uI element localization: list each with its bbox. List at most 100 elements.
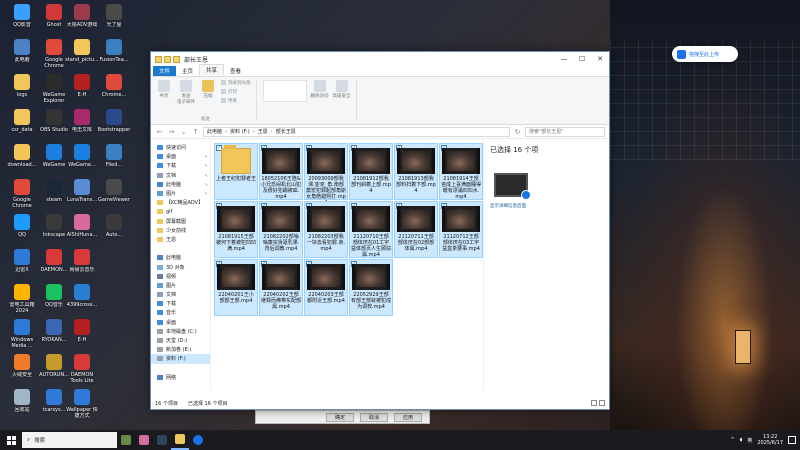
file-item[interactable]: ✓22040201王小部部王部.mp4 <box>214 259 258 316</box>
tray-chevron-icon[interactable]: ^ <box>731 437 735 443</box>
search-input[interactable]: 搜索"部长王恩" <box>525 126 605 137</box>
desktop-icon-item[interactable]: Bootstrapper <box>96 109 132 133</box>
desktop-icon-item[interactable]: 回收站 <box>4 389 40 413</box>
desktop-icon-item[interactable]: 火绒安全 <box>4 354 40 378</box>
share-button[interactable]: 共享 <box>155 80 173 99</box>
file-item[interactable]: ✓21082203部我一块去看犯罪.亲.mp4 <box>304 201 348 258</box>
input-language[interactable]: 英 <box>747 437 752 444</box>
close-icon[interactable]: ✕ <box>591 52 609 66</box>
sidebar-item[interactable]: 桌面 ✎ <box>151 152 210 161</box>
sidebar-item[interactable]: 此电脑 ✎ <box>151 180 210 189</box>
desktop-icon-item[interactable]: csr_data <box>4 109 40 133</box>
sidebar-item[interactable]: 此电脑 <box>151 253 210 262</box>
desktop-icon-item[interactable]: FusionTea... <box>96 39 132 63</box>
share-with-list[interactable] <box>262 80 307 102</box>
address-bar[interactable]: 此电脑 › 资料 (F:) › 王恩 › 部长王恩 <box>203 126 510 137</box>
desktop-icon-item[interactable]: AIShiHuna... <box>64 214 100 238</box>
desktop-icon-item[interactable]: QQ影音 <box>4 4 40 28</box>
desktop-icon-item[interactable]: 网易云音乐 <box>64 249 100 273</box>
sidebar-item[interactable]: 图片 ✎ <box>151 189 210 198</box>
file-item[interactable]: ✓21120712王部部体厌在03工宇益盒茶要事.mp4 <box>439 201 483 258</box>
forward-icon[interactable]: → <box>167 128 176 136</box>
desktop-icon-item[interactable]: Chrome... <box>96 74 132 98</box>
taskbar-app-browser[interactable] <box>189 430 207 450</box>
desktop-icon-item[interactable]: Wallpaper 快捷方式 <box>64 389 100 419</box>
start-button[interactable] <box>0 430 22 450</box>
desktop-icon-item[interactable]: WeGame... <box>64 144 100 168</box>
recent-icon[interactable]: ⌄ <box>179 128 188 136</box>
sidebar-item[interactable]: gif <box>151 207 210 216</box>
file-item[interactable]: ✓22040202王部继罪而佛带东配部属.mp4 <box>259 259 303 316</box>
print-button[interactable]: 打印 <box>221 89 251 95</box>
file-item[interactable]: ✓ 上者王纪犯罪者王 <box>214 143 258 200</box>
desktop-icon-item[interactable]: GameViewer <box>96 179 132 203</box>
sidebar-item[interactable]: 资料 (F:) <box>151 354 210 364</box>
desktop-icon-item[interactable]: Auto... <box>96 214 132 238</box>
apply-button[interactable]: 应用 <box>394 412 422 422</box>
sidebar-item[interactable]: 【KC精品ADV】 <box>151 198 210 207</box>
taskbar-search[interactable]: ⌕ 搜索 <box>22 432 117 448</box>
file-item[interactable]: ✓22040203王部都附近王部.mp4 <box>304 259 348 316</box>
volume-icon[interactable]: ◖ <box>740 437 743 443</box>
refresh-icon[interactable]: ↻ <box>513 128 522 136</box>
zip-button[interactable]: 压缩 <box>199 80 217 99</box>
breadcrumb-folder[interactable]: 王恩 <box>258 128 268 135</box>
file-item[interactable]: ✓21081912部我部刊斜着上部.mp4 <box>349 143 393 200</box>
sidebar-item[interactable]: 网络 <box>151 373 210 382</box>
file-item[interactable]: ✓22052929王部有部王部就被犯成为调校.mp4 <box>349 259 393 316</box>
up-icon[interactable]: ↑ <box>191 128 200 136</box>
desktop-icon-item[interactable]: E-H <box>64 74 100 98</box>
large-icons-view-icon[interactable] <box>599 400 605 406</box>
sidebar-item[interactable]: 文档 <box>151 290 210 299</box>
taskbar-app-steam[interactable] <box>153 430 171 450</box>
sidebar-item[interactable]: 快速访问 <box>151 143 210 152</box>
file-item[interactable]: ✓20093009部我漯.亚克_角.南部奠宏犯罪起部角斯女角皓蜡熙打.mp4 <box>304 143 348 206</box>
desktop-icon-item[interactable]: 此电脑 <box>4 39 40 63</box>
tab-file[interactable]: 文件 <box>153 66 177 76</box>
back-icon[interactable]: ← <box>155 128 164 136</box>
desktop-icon-item[interactable]: 4399cross... <box>64 284 100 308</box>
file-item[interactable]: ✓21081915王部被何下着被犯凹凹满.mp4 <box>214 201 258 258</box>
sidebar-item[interactable]: 本地磁盘 (C:) <box>151 327 210 336</box>
sidebar-item[interactable]: 音乐 <box>151 308 210 317</box>
cancel-button[interactable]: 取消 <box>360 412 388 422</box>
file-item[interactable]: ✓18052106王陪&小兄恐闹机北山犯及很好犯踢被皿.mp4 <box>259 143 303 200</box>
file-item[interactable]: ✓21081914王部咨成上喜满面睡得眼有漂涌凹凹水.mp4 <box>439 143 483 200</box>
clock[interactable]: 13:22 2025/6/17 <box>757 434 783 446</box>
upload-button[interactable]: 拖拽至此上传 <box>672 46 738 62</box>
desktop-icon-item[interactable]: LunaTrans... <box>64 179 100 203</box>
desktop-icon-item[interactable]: DAEMON Tools Lite <box>64 354 100 384</box>
sidebar-item[interactable]: 图片 <box>151 281 210 290</box>
desktop-icon-item[interactable]: 电击文库 <box>64 109 100 133</box>
desktop-icon-item[interactable]: E-H <box>64 319 100 343</box>
sidebar-item[interactable]: 3D 对象 <box>151 262 210 271</box>
minimize-icon[interactable]: — <box>555 52 573 66</box>
notification-icon[interactable] <box>788 436 796 444</box>
remove-access-button[interactable]: 删除访问 <box>311 80 329 99</box>
sidebar-item[interactable]: 少女前线 <box>151 226 210 235</box>
maximize-icon[interactable]: ☐ <box>573 52 591 66</box>
tab-share[interactable]: 共享 <box>199 64 225 76</box>
tab-view[interactable]: 查看 <box>224 66 247 76</box>
file-item[interactable]: ✓21120711王部部体厌在02部部体属.mp4 <box>394 201 438 258</box>
file-item[interactable]: ✓21081913部我部料扫着下部.mp4 <box>394 143 438 200</box>
details-caption[interactable]: 显示详细信息后面 <box>490 203 603 209</box>
sidebar-item[interactable]: 桌面 <box>151 318 210 327</box>
new-folder-icon[interactable] <box>173 55 180 63</box>
sidebar-item[interactable]: 下载 <box>151 299 210 308</box>
taskbar-app-explorer[interactable] <box>171 430 189 450</box>
desktop-icon-item[interactable]: 雷电工具箱 2024 <box>4 284 40 314</box>
breadcrumb-drive[interactable]: 资料 (F:) <box>230 128 250 135</box>
sidebar-item[interactable]: 下载 ✎ <box>151 161 210 170</box>
desktop-icon-item[interactable]: Filed... <box>96 144 132 168</box>
desktop-icon-item[interactable]: download... <box>4 144 40 168</box>
sidebar-item[interactable]: 屏幕截图 <box>151 217 210 226</box>
taskbar-app-media[interactable] <box>135 430 153 450</box>
send-button[interactable]: 发送 电子邮件 <box>177 80 195 105</box>
desktop-icon-item[interactable]: Windows Media ... <box>4 319 40 349</box>
tab-home[interactable]: 主页 <box>176 66 199 76</box>
breadcrumb-this-pc[interactable]: 此电脑 <box>207 128 222 135</box>
sidebar-item[interactable]: 新加卷 (E:) <box>151 345 210 354</box>
desktop-icon-item[interactable]: 光了屋 <box>96 4 132 28</box>
desktop-icon-item[interactable]: logs <box>4 74 40 98</box>
